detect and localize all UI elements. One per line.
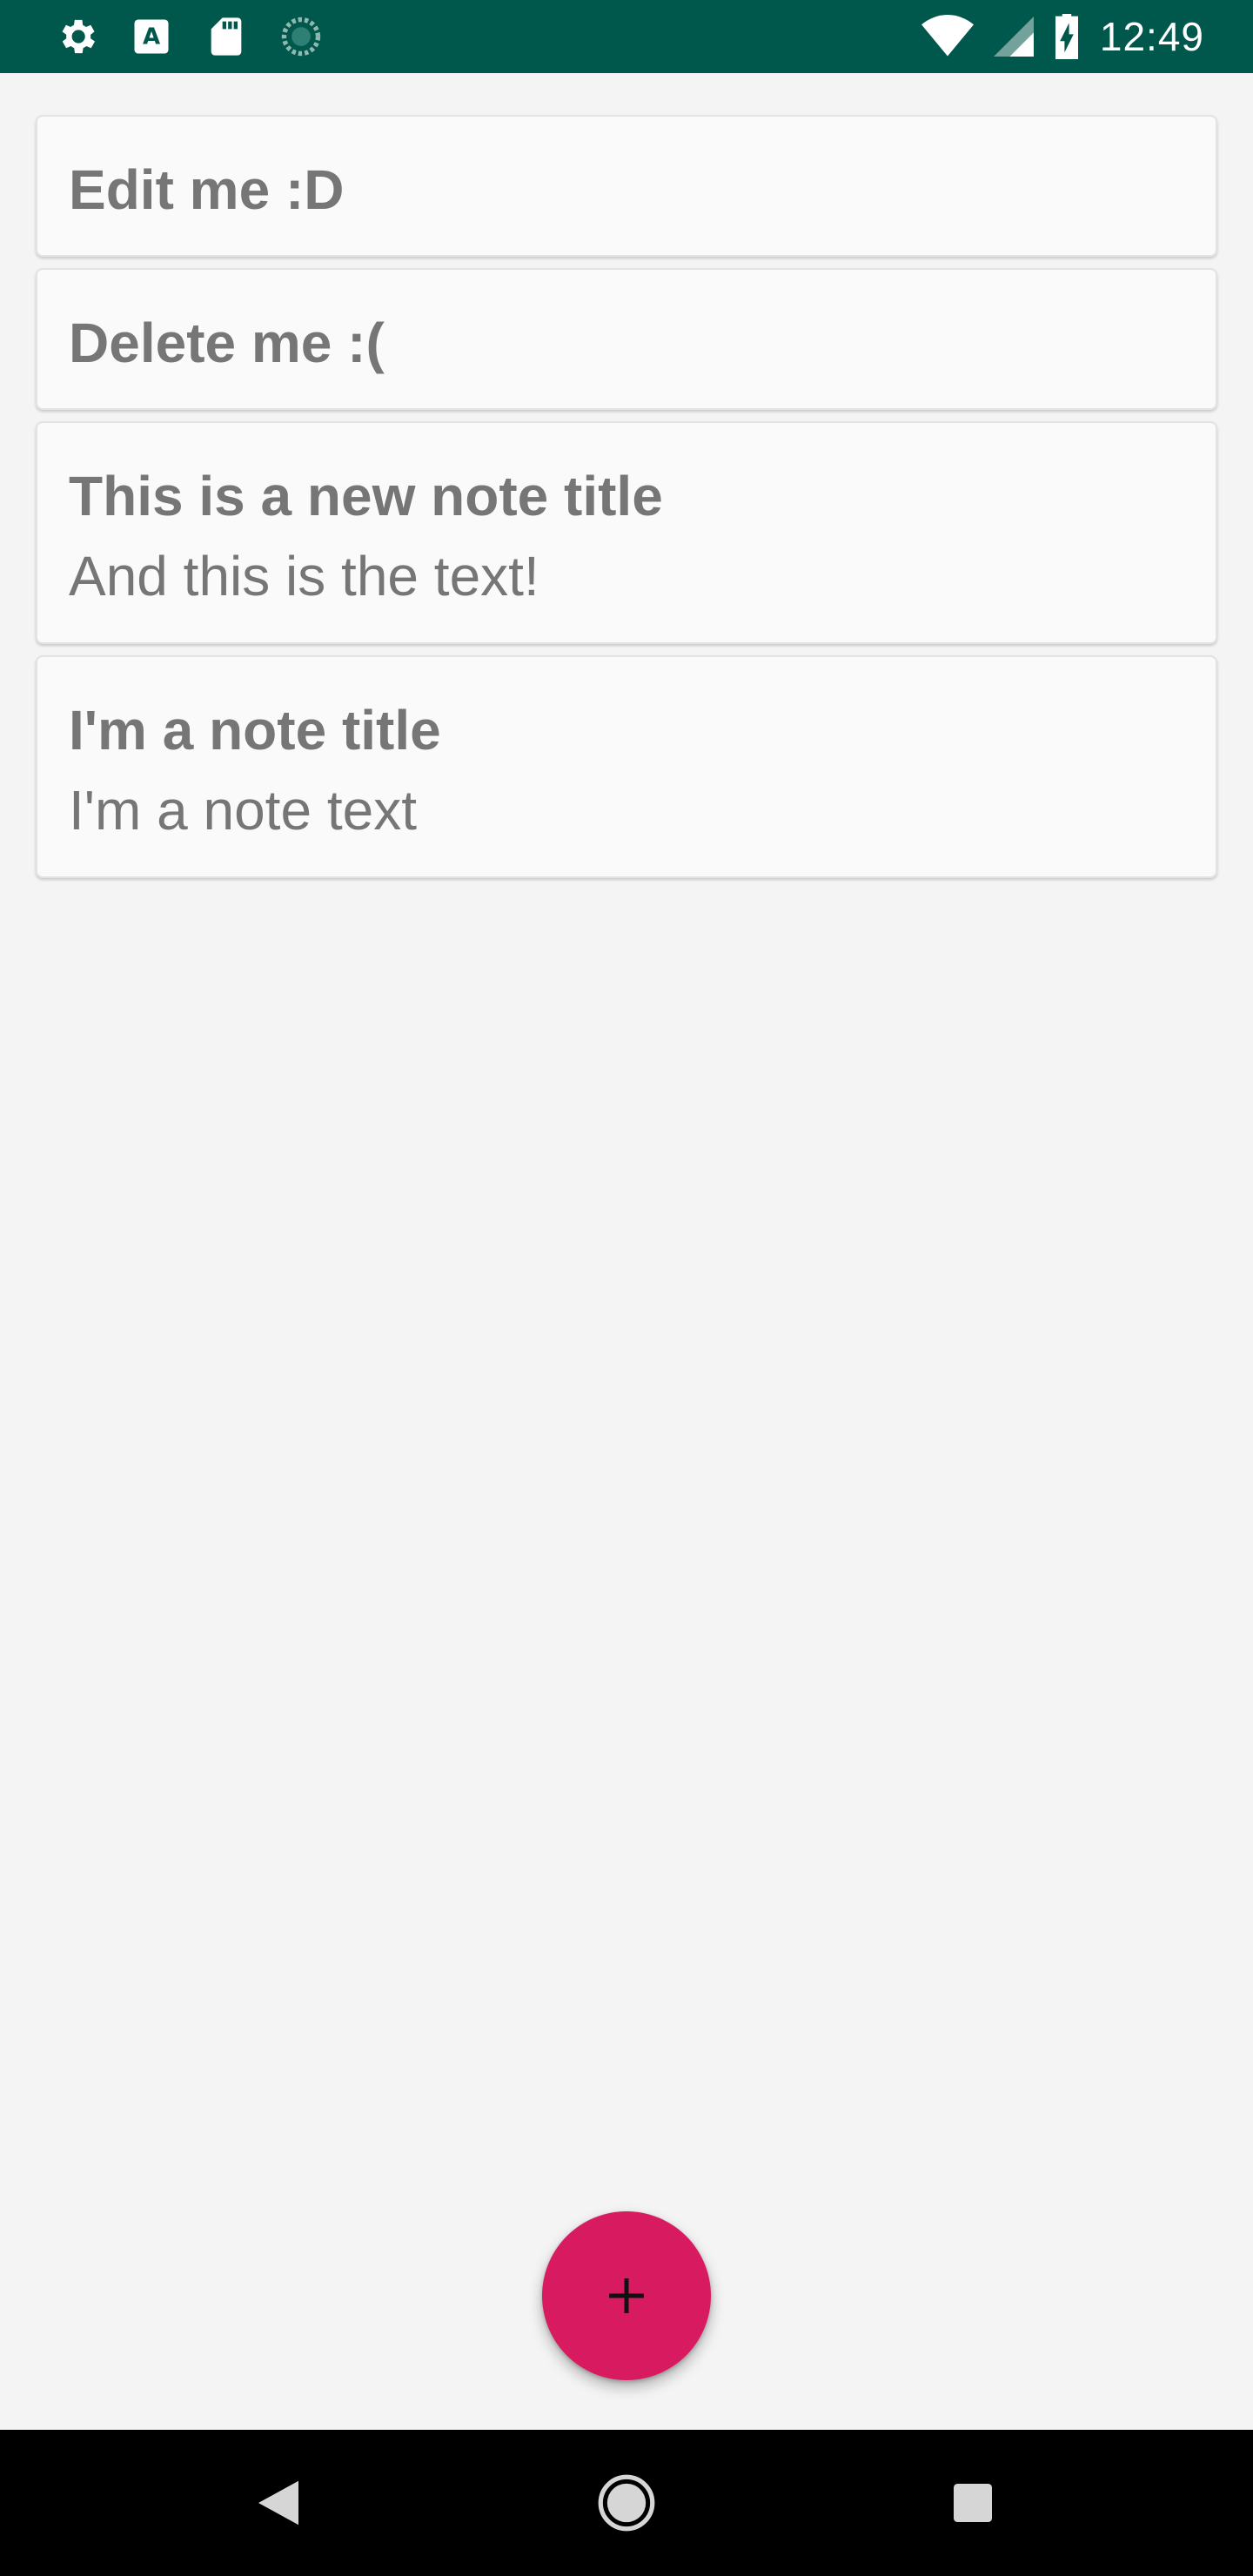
note-card[interactable]: I'm a note title I'm a note text [36,655,1217,878]
sd-card-icon [211,17,242,56]
plus-icon [609,2278,644,2313]
cell-signal-icon [993,17,1034,57]
notes-list: Edit me :D Delete me :( This is a new no… [36,115,1217,889]
note-card[interactable]: Edit me :D [36,115,1217,257]
wifi-icon [921,15,974,57]
note-text: And this is the text! [69,545,539,607]
navigation-bar [0,2430,1253,2576]
note-title: Delete me :( [69,312,385,374]
note-title: This is a new note title [69,465,663,527]
status-clock: 12:49 [1099,14,1204,59]
note-title: I'm a note title [69,699,441,761]
home-icon [598,2474,655,2532]
svg-text:A: A [143,24,160,50]
add-note-button[interactable] [542,2211,711,2380]
settings-icon [62,19,96,54]
text-a-icon: A [134,19,169,54]
back-icon [258,2480,298,2526]
note-card[interactable]: This is a new note title And this is the… [36,421,1217,644]
sync-progress-icon [281,17,321,57]
status-icons-right: 12:49 [921,10,1204,63]
home-button[interactable] [583,2459,670,2546]
battery-charging-icon [1055,14,1078,59]
status-bar: A 12:49 [0,0,1253,73]
recents-button[interactable] [929,2459,1016,2546]
note-title: Edit me :D [69,158,345,221]
back-button[interactable] [235,2459,322,2546]
status-icons-left: A [54,14,324,59]
note-text: I'm a note text [69,779,417,842]
recents-icon [954,2484,992,2522]
note-card[interactable]: Delete me :( [36,268,1217,410]
